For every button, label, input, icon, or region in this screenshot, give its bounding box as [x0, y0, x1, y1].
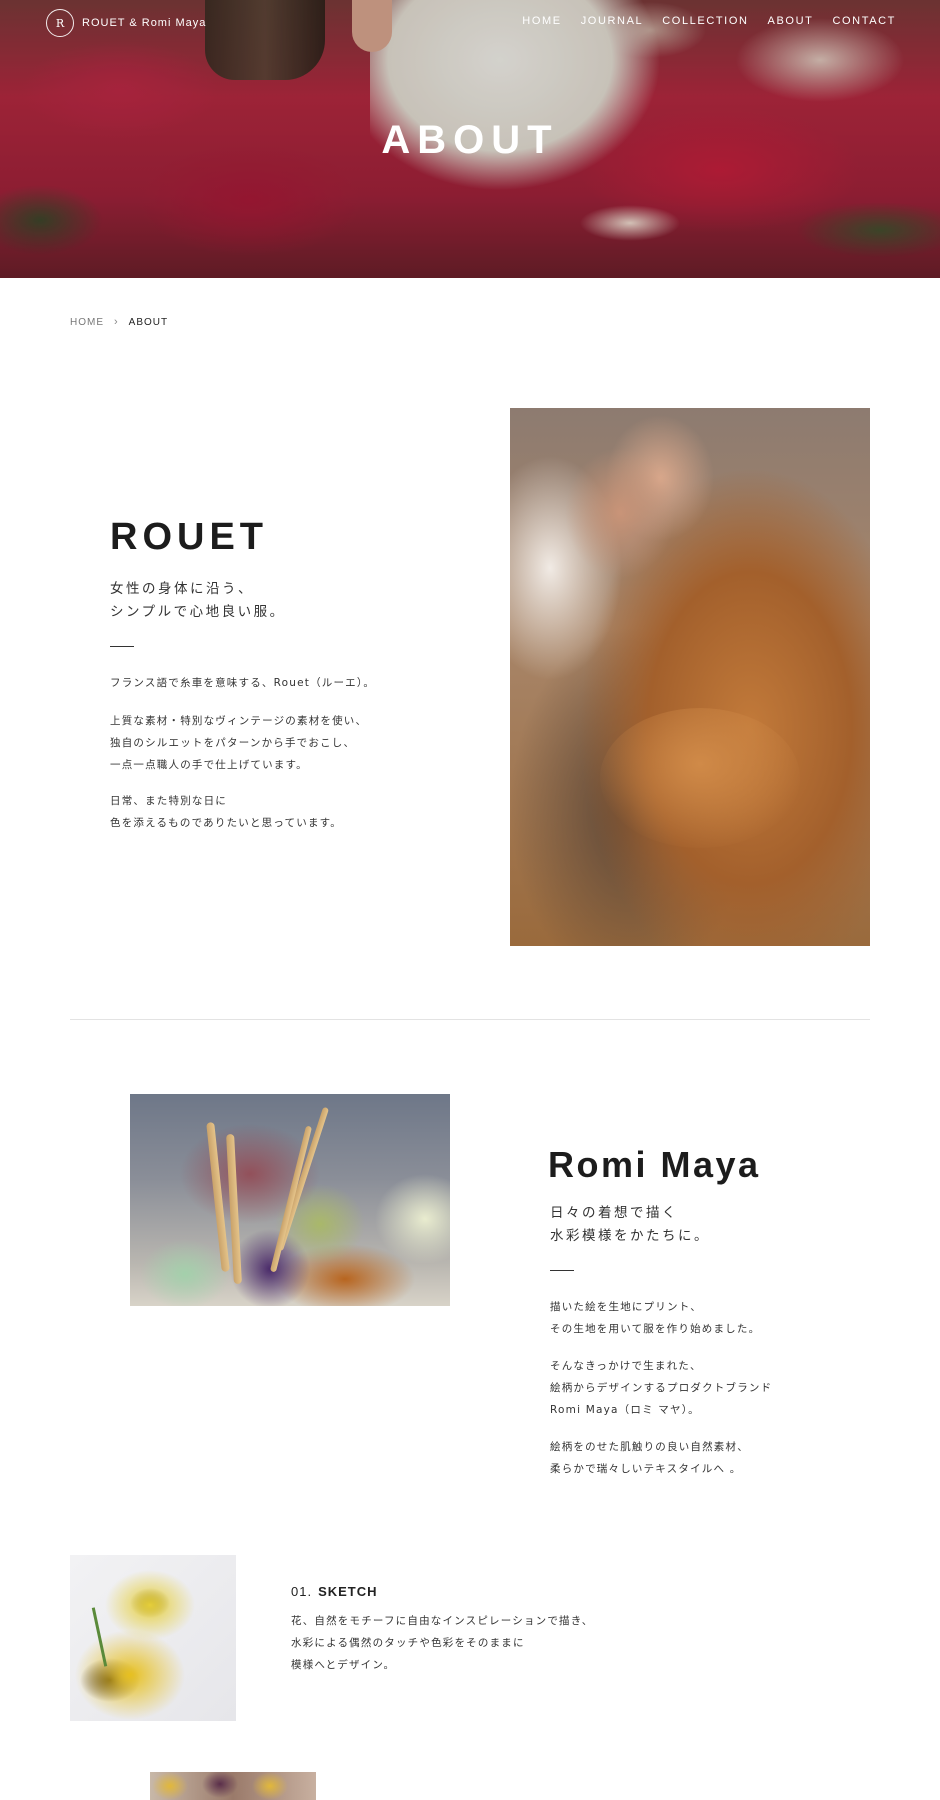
rouet-paragraph-2: 上質な素材・特別なヴィンテージの素材を使い、 独自のシルエットをパターンから手で… — [110, 710, 367, 776]
rouet-tagline-line: シンプルで心地良い服。 — [110, 604, 286, 620]
hero-banner: R ROUET & Romi Maya HOME JOURNAL COLLECT… — [0, 0, 940, 278]
paragraph-line: 模様へとデザイン。 — [291, 1659, 396, 1671]
sketch-photo-pansies — [70, 1555, 236, 1721]
paragraph-line: 描いた絵を生地にプリント、 — [550, 1301, 702, 1313]
breadcrumb-home-link[interactable]: HOME — [70, 317, 104, 328]
rouet-heading: ROUET — [110, 516, 268, 558]
rouet-tagline: 女性の身体に沿う、 シンプルで心地良い服。 — [110, 578, 286, 624]
nav-contact[interactable]: CONTACT — [832, 15, 896, 27]
rouet-paragraph-1: フランス語で糸車を意味する、Rouet（ルーエ）。 — [110, 672, 375, 694]
romi-paragraph-3: 絵柄をのせた肌触りの良い自然素材、 柔らかで瑞々しいテキスタイルへ 。 — [550, 1436, 749, 1480]
nav-home[interactable]: HOME — [522, 15, 561, 27]
paragraph-line: 一点一点職人の手で仕上げています。 — [110, 759, 308, 771]
sketch-description: 花、自然をモチーフに自由なインスピレーションで描き、 水彩による偶然のタッチや色… — [291, 1610, 593, 1676]
rouet-paragraph-3: 日常、また特別な日に 色を添えるものでありたいと思っています。 — [110, 790, 342, 834]
sketch-name: SKETCH — [318, 1584, 378, 1599]
paragraph-line: 独自のシルエットをパターンから手でおこし、 — [110, 737, 356, 749]
sketch-number: 01. — [291, 1584, 313, 1599]
romi-photo-flowers-brushes — [130, 1094, 450, 1306]
site-logo[interactable]: R ROUET & Romi Maya — [46, 9, 206, 37]
nav-journal[interactable]: JOURNAL — [581, 15, 644, 27]
rouet-photo-coat — [510, 408, 870, 946]
romi-paragraph-2: そんなきっかけで生まれた、 絵柄からデザインするプロダクトブランド Romi M… — [550, 1355, 772, 1421]
photo-stem — [91, 1607, 108, 1667]
breadcrumb-current: ABOUT — [128, 316, 169, 328]
paragraph-line: そんなきっかけで生まれた、 — [550, 1360, 702, 1372]
main-nav: HOME JOURNAL COLLECTION ABOUT CONTACT — [522, 15, 896, 27]
paragraph-line: Romi Maya（ロミ マヤ）。 — [550, 1404, 700, 1416]
romi-tagline-line: 水彩模様をかたちに。 — [550, 1228, 710, 1244]
section-divider — [70, 1019, 870, 1020]
paragraph-line: 水彩による偶然のタッチや色彩をそのままに — [291, 1637, 525, 1649]
paragraph-line: 色を添えるものでありたいと思っています。 — [110, 817, 343, 829]
paragraph-line: その生地を用いて服を作り始めました。 — [550, 1323, 761, 1335]
page-title: ABOUT — [381, 118, 559, 162]
breadcrumb: HOME › ABOUT — [70, 316, 168, 328]
rouet-tagline-line: 女性の身体に沿う、 — [110, 581, 254, 597]
photo-hand — [565, 448, 675, 578]
nav-about[interactable]: ABOUT — [768, 15, 814, 27]
romi-tagline-line: 日々の着想で描く — [550, 1205, 678, 1221]
romi-heading: Romi Maya — [548, 1144, 761, 1185]
chevron-right-icon: › — [114, 316, 119, 328]
paragraph-line: 絵柄をのせた肌触りの良い自然素材、 — [550, 1441, 749, 1453]
paragraph-line: 絵柄からデザインするプロダクトブランド — [550, 1382, 773, 1394]
sketch-heading: 01. SKETCH — [291, 1584, 378, 1599]
rouet-divider-rule — [110, 646, 134, 647]
paragraph-line: フランス語で糸車を意味する、Rouet（ルーエ）。 — [110, 677, 376, 689]
romi-divider-rule — [550, 1270, 574, 1271]
paragraph-line: 上質な素材・特別なヴィンテージの素材を使い、 — [110, 715, 368, 727]
paragraph-line: 日常、また特別な日に — [110, 795, 227, 807]
paragraph-line: 柔らかで瑞々しいテキスタイルへ 。 — [550, 1463, 742, 1475]
romi-tagline: 日々の着想で描く 水彩模様をかたちに。 — [550, 1202, 710, 1248]
photo-brush — [269, 1125, 313, 1273]
logo-mark-icon: R — [46, 9, 74, 37]
photo-sleeve-fold — [600, 708, 800, 848]
next-section-photo-fabric — [150, 1772, 316, 1800]
romi-paragraph-1: 描いた絵を生地にプリント、 その生地を用いて服を作り始めました。 — [550, 1296, 760, 1340]
paragraph-line: 花、自然をモチーフに自由なインスピレーションで描き、 — [291, 1615, 594, 1627]
logo-text: ROUET & Romi Maya — [82, 17, 207, 29]
nav-collection[interactable]: COLLECTION — [662, 15, 748, 27]
